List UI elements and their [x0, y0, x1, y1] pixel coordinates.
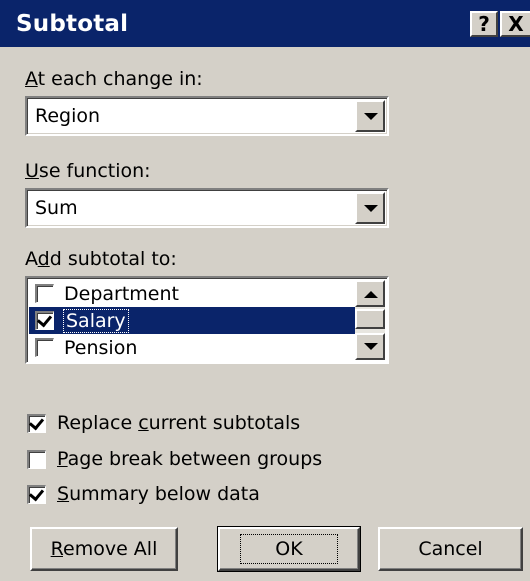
use-function-select[interactable]: Sum — [25, 188, 389, 228]
page-break-label: Page break between groups — [57, 448, 323, 470]
use-function-dropdown-button[interactable] — [355, 192, 385, 224]
dialog-title: Subtotal — [16, 10, 129, 37]
use-function-label: Use function: — [25, 160, 151, 182]
remove-all-button[interactable]: Remove All — [30, 527, 178, 571]
change-in-value: Region — [35, 105, 101, 127]
page-break-checkbox[interactable] — [27, 449, 46, 469]
page-break-option[interactable]: Page break between groups — [27, 445, 322, 473]
scroll-thumb[interactable] — [355, 309, 385, 329]
subtotal-dialog: Subtotal ? X At each change in: Region U… — [0, 0, 530, 581]
change-in-dropdown-button[interactable] — [355, 100, 385, 132]
replace-current-subtotals-option[interactable]: Replace current subtotals — [27, 409, 300, 437]
close-button[interactable]: X — [500, 11, 530, 37]
cancel-button[interactable]: Cancel — [378, 527, 523, 571]
ok-button[interactable]: OK — [217, 526, 361, 572]
chevron-down-icon — [364, 205, 378, 212]
list-item-label: Pension — [64, 336, 138, 359]
change-in-select[interactable]: Region — [25, 96, 389, 136]
chevron-down-icon — [364, 343, 378, 350]
add-subtotal-label: Add subtotal to: — [25, 248, 177, 270]
salary-checkbox[interactable] — [35, 311, 54, 330]
title-bar[interactable]: Subtotal ? X — [0, 0, 530, 47]
list-item-label: Department — [64, 282, 179, 305]
replace-current-subtotals-label: Replace current subtotals — [57, 412, 301, 434]
scroll-up-button[interactable] — [355, 280, 385, 307]
remove-all-label: Remove All — [50, 538, 158, 560]
cancel-label: Cancel — [418, 538, 483, 560]
scroll-down-button[interactable] — [355, 333, 385, 360]
list-item-label: Salary — [63, 308, 129, 333]
add-subtotal-list[interactable]: Department Salary Pension — [25, 276, 389, 364]
list-item-pension[interactable]: Pension — [29, 334, 355, 361]
pension-checkbox[interactable] — [35, 338, 54, 357]
summary-below-data-label: Summary below data — [57, 483, 260, 505]
help-button[interactable]: ? — [470, 11, 498, 37]
list-item-department[interactable]: Department — [29, 280, 355, 307]
close-icon: X — [508, 12, 524, 36]
ok-label: OK — [240, 534, 338, 564]
use-function-value: Sum — [35, 197, 78, 219]
change-in-label: At each change in: — [25, 68, 203, 90]
list-scrollbar[interactable] — [355, 280, 385, 360]
summary-below-data-checkbox[interactable] — [27, 484, 46, 504]
list-item-salary[interactable]: Salary — [29, 307, 355, 334]
chevron-up-icon — [364, 291, 378, 298]
summary-below-data-option[interactable]: Summary below data — [27, 480, 260, 508]
help-icon: ? — [478, 12, 490, 36]
department-checkbox[interactable] — [35, 284, 54, 303]
chevron-down-icon — [364, 113, 378, 120]
replace-current-subtotals-checkbox[interactable] — [27, 413, 46, 433]
